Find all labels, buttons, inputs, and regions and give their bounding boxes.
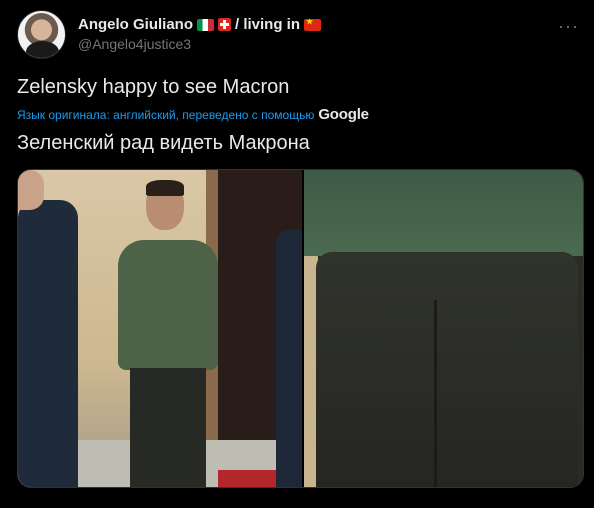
tshirt-closeup (304, 170, 583, 256)
tweet-header: Angelo Giuliano / living in @Angelo4just… (17, 10, 587, 60)
switzerland-flag-icon (218, 18, 231, 31)
more-options-icon[interactable]: ··· (558, 16, 579, 37)
living-in-text: / living in (235, 16, 301, 33)
person-center-tshirt (118, 240, 218, 370)
translated-text: Зеленский рад видеть Макрона (17, 132, 310, 154)
avatar[interactable] (17, 10, 66, 59)
trousers-closeup (316, 252, 578, 487)
translation-note-text[interactable]: Язык оригинала: английский, переведено с… (17, 108, 314, 122)
person-left-suit (18, 200, 78, 487)
display-name-text[interactable]: Angelo Giuliano (78, 16, 193, 33)
person-left-head (18, 170, 44, 210)
person-right-suit (276, 230, 302, 487)
translation-note[interactable]: Язык оригинала: английский, переведено с… (17, 106, 369, 123)
italy-flag-icon (197, 18, 214, 31)
author-handle[interactable]: @Angelo4justice3 (78, 36, 321, 52)
media-grid (17, 169, 584, 488)
person-center-trousers (130, 368, 206, 487)
tweet-text: Zelensky happy to see Macron (17, 76, 290, 98)
china-flag-icon (304, 18, 322, 31)
person-center-hair (146, 180, 184, 196)
trousers-seam (434, 300, 437, 487)
photo-left[interactable] (18, 170, 302, 487)
google-logo: Google (318, 106, 369, 123)
photo-right[interactable] (304, 170, 583, 487)
author-display-name[interactable]: Angelo Giuliano / living in (78, 16, 322, 33)
author-names: Angelo Giuliano / living in @Angelo4just… (78, 16, 322, 52)
